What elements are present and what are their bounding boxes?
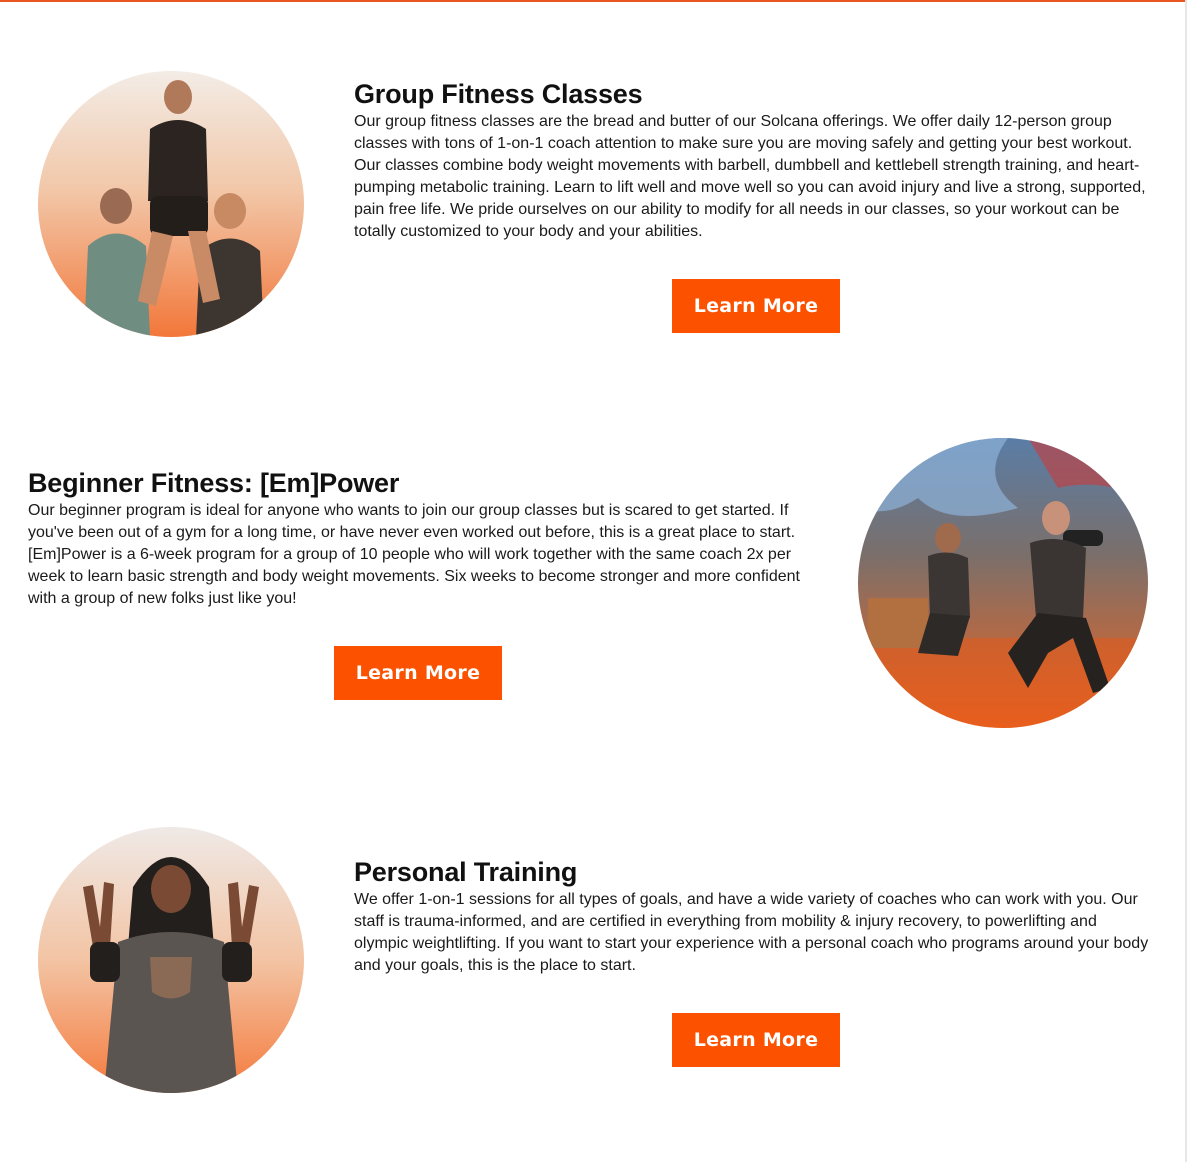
personal-training-photo xyxy=(38,827,304,1093)
beginner-fitness-photo xyxy=(858,438,1148,728)
personal-training-title: Personal Training xyxy=(354,857,578,887)
beginner-fitness-title: Beginner Fitness: [Em]Power xyxy=(28,468,400,498)
beginner-fitness-text: Beginner Fitness: [Em]Power Our beginner… xyxy=(28,468,818,610)
group-fitness-image xyxy=(38,71,304,337)
personal-training-text: Personal Training We offer 1-on-1 sessio… xyxy=(354,857,1154,977)
page: Group Fitness Classes Our group fitness … xyxy=(0,0,1187,1162)
personal-training-description: We offer 1-on-1 sessions for all types o… xyxy=(354,891,1149,974)
personal-training-learn-more-button[interactable]: Learn More xyxy=(672,1013,840,1067)
personal-training-image xyxy=(38,827,304,1093)
group-fitness-description: Our group fitness classes are the bread … xyxy=(354,113,1146,240)
beginner-fitness-description: Our beginner program is ideal for anyone… xyxy=(28,502,800,607)
beginner-fitness-image xyxy=(858,438,1148,728)
beginner-fitness-learn-more-button[interactable]: Learn More xyxy=(334,646,502,700)
group-fitness-title: Group Fitness Classes xyxy=(354,79,643,109)
group-fitness-photo xyxy=(38,71,304,337)
top-divider xyxy=(0,0,1185,2)
group-fitness-text: Group Fitness Classes Our group fitness … xyxy=(354,79,1154,243)
group-fitness-learn-more-button[interactable]: Learn More xyxy=(672,279,840,333)
